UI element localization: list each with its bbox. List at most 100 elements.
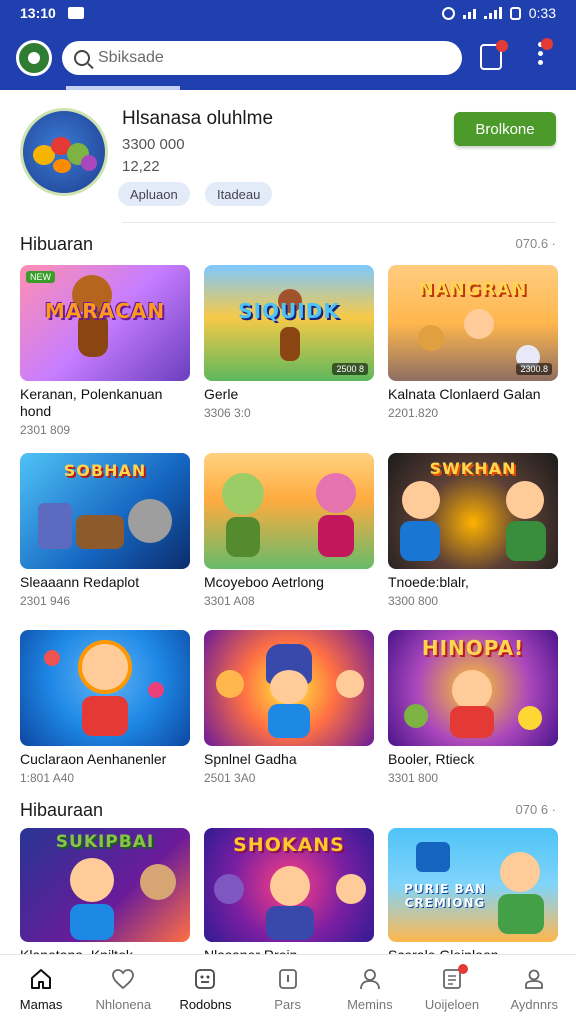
game-card[interactable]: Spnlnel Gadha 2501 3A0 — [204, 630, 374, 785]
game-meta: 2301 946 — [20, 594, 71, 608]
wifi-icon — [462, 7, 476, 19]
game-badge: 2500 8 — [332, 363, 368, 375]
chip-2[interactable]: Itadeau — [205, 182, 273, 206]
game-title: Kalnata Clonlaerd Galan — [388, 386, 541, 402]
game-meta: 3300 800 — [388, 594, 439, 608]
notification-badge — [496, 40, 508, 52]
new-tag: NEW — [26, 271, 55, 283]
signal-icon — [483, 7, 502, 19]
nav-item-documents[interactable]: Uoijeloen — [411, 955, 493, 1024]
game-thumbnail — [204, 630, 374, 746]
game-meta: 3301 800 — [388, 771, 439, 785]
status-bar: 13:10 0:33 — [0, 0, 576, 26]
game-card[interactable]: PURIE BAN CREMIONG Scerale Gleiploon — [388, 828, 558, 964]
app-header: Hlsanasa oluhlme 3300 000 12,22 Apluaon … — [0, 90, 576, 230]
nav-label: Mamas — [19, 997, 63, 1012]
game-card[interactable]: SOBHAN Sleaaann Redaplot 2301 946 — [20, 453, 190, 608]
game-card[interactable]: Mcoyeboo Aetrlong 3301 A08 — [204, 453, 374, 608]
game-meta: 2201.820 — [388, 406, 439, 420]
game-thumbnail: SIQUIDK 2500 8 — [204, 265, 374, 381]
game-thumbnail: SHOKANS — [204, 828, 374, 942]
game-meta: 2301 809 — [20, 423, 71, 437]
primary-action-button[interactable]: Brolkone — [454, 112, 556, 146]
game-thumbnail: NANGRAN 2300.8 — [388, 265, 558, 381]
nav-item-members[interactable]: Memins — [329, 955, 411, 1024]
game-card[interactable]: HINOPA! Booler, Rtieck 3301 800 — [388, 630, 558, 785]
game-title: Tnoede:blalr, — [388, 574, 469, 590]
game-thumbnail: PURIE BAN CREMIONG — [388, 828, 558, 942]
game-logo: HINOPA! — [421, 636, 525, 660]
nav-label: Aydnnrs — [510, 997, 558, 1012]
top-app-bar — [0, 26, 576, 90]
home-icon — [29, 967, 53, 991]
section-title: Hibuaran — [20, 234, 94, 254]
message-icon — [67, 7, 84, 19]
person-icon — [358, 967, 382, 991]
game-meta: 3306 3:0 — [204, 406, 251, 420]
game-logo: SIQUIDK — [238, 299, 340, 323]
status-icons: 0:33 — [441, 5, 556, 21]
nav-item-favorites[interactable]: Nhlonena — [82, 955, 164, 1024]
game-logo: SOBHAN — [63, 461, 147, 480]
device-button[interactable] — [480, 40, 508, 70]
chip-1[interactable]: Apluaon — [118, 182, 190, 206]
account-icon — [522, 967, 546, 991]
nav-label: Rodobns — [179, 997, 232, 1012]
game-card[interactable]: SWKHAN Tnoede:blalr, 3300 800 — [388, 453, 558, 608]
game-card[interactable]: NANGRAN 2300.8 Kalnata Clonlaerd Galan 2… — [388, 265, 558, 420]
game-title: Cuclaraon Aenhanenler — [20, 751, 167, 767]
game-card[interactable]: Cuclaraon Aenhanenler 1:801 A40 — [20, 630, 190, 785]
game-card[interactable]: SUKIPBAI Klanetana, Kniltok — [20, 828, 190, 964]
game-logo: PURIE BAN CREMIONG — [403, 882, 487, 910]
game-meta: 3301 A08 — [204, 594, 255, 608]
user-avatar[interactable] — [16, 40, 52, 76]
app-stat-secondary: 12,22 — [122, 158, 160, 175]
game-icon — [193, 967, 217, 991]
search-icon — [74, 50, 90, 66]
nav-label: Uoijeloen — [424, 997, 480, 1012]
app-avatar — [20, 108, 108, 196]
search-bar[interactable] — [62, 41, 462, 75]
game-logo: SWKHAN — [429, 459, 517, 478]
game-card[interactable]: SHOKANS Nlasaner Rrein — [204, 828, 374, 964]
nav-label: Nhlonena — [95, 997, 152, 1012]
game-thumbnail: SWKHAN — [388, 453, 558, 569]
game-badge: 2300.8 — [516, 363, 552, 375]
game-meta: 2501 3A0 — [204, 771, 256, 785]
section-more-link[interactable]: 070.6 · — [516, 236, 556, 251]
bottom-navigation: Mamas Nhlonena Rodobns Pars Memins Uoije… — [0, 954, 576, 1024]
nav-label: Memins — [347, 997, 393, 1012]
game-thumbnail: SUKIPBAI — [20, 828, 190, 942]
nav-item-home[interactable]: Mamas — [0, 955, 82, 1024]
divider — [122, 222, 556, 223]
more-badge — [541, 38, 553, 50]
game-thumbnail: MARACAN NEW — [20, 265, 190, 381]
game-logo: SHOKANS — [233, 834, 345, 856]
game-title: Booler, Rtieck — [388, 751, 475, 767]
section-title: Hibauraan — [20, 800, 104, 820]
document-icon — [440, 964, 469, 991]
game-card[interactable]: MARACAN NEW Keranan, Polenkanuan hond 23… — [20, 265, 190, 437]
game-title: Spnlnel Gadha — [204, 751, 297, 767]
game-logo: MARACAN — [44, 299, 166, 323]
search-input[interactable] — [98, 49, 418, 67]
game-title: Mcoyeboo Aetrlong — [204, 574, 324, 590]
alarm-icon — [441, 6, 455, 20]
game-card[interactable]: SIQUIDK 2500 8 Gerle 3306 3:0 — [204, 265, 374, 420]
game-logo: NANGRAN — [418, 279, 528, 300]
game-thumbnail: SOBHAN — [20, 453, 190, 569]
card-icon — [276, 967, 300, 991]
section-more-link[interactable]: 070 6 · — [516, 802, 556, 817]
nav-item-account[interactable]: Aydnnrs — [493, 955, 575, 1024]
status-time: 13:10 — [20, 5, 56, 21]
nav-item-games[interactable]: Rodobns — [164, 955, 246, 1024]
game-title: Sleaaann Redaplot — [20, 574, 140, 590]
heart-badge-icon — [111, 967, 135, 991]
battery-text: 0:33 — [528, 5, 556, 21]
battery-icon — [509, 6, 521, 20]
game-title: Gerle — [204, 386, 239, 402]
nav-item-pars[interactable]: Pars — [247, 955, 329, 1024]
more-button[interactable] — [538, 38, 553, 65]
nav-label: Pars — [274, 997, 302, 1012]
game-thumbnail — [204, 453, 374, 569]
